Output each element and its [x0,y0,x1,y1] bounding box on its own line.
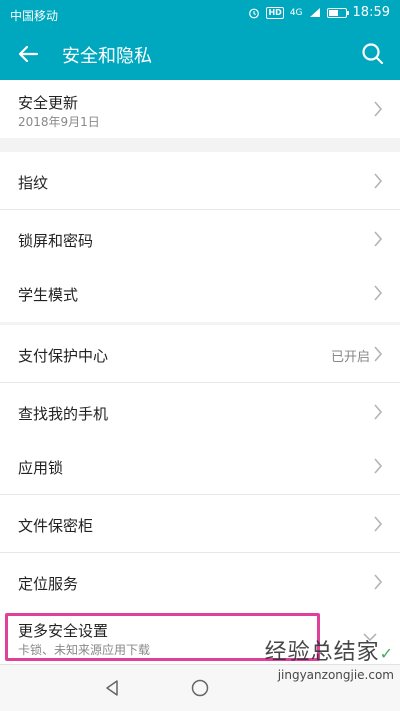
list-item-label: 安全更新 [18,94,79,112]
list-item-find-my-phone[interactable]: 查找我的手机 [0,383,400,441]
chevron-right-icon [374,458,383,474]
list-item-label: 支付保护中心 [18,347,109,365]
chevron-right-icon [374,173,383,189]
list-item-label: 文件保密柜 [18,517,94,535]
chevron-down-icon[interactable] [362,632,378,642]
chevron-right-icon [374,346,383,362]
list-item-label: 定位服务 [18,575,79,593]
status-value: 已开启 [330,350,370,365]
list-item-subtitle: 卡锁、未知来源应用下载 [18,643,151,657]
chevron-right-icon [374,574,383,590]
list-item-student-mode[interactable]: 学生模式 [0,264,400,322]
app-bar: 安全和隐私 [0,28,400,80]
section-student-mode: 学生模式 [0,264,400,322]
arrow-left-icon[interactable] [12,39,44,69]
list-item-label: 指纹 [18,174,49,192]
page-title: 安全和隐私 [62,46,152,67]
chevron-right-icon [374,231,383,247]
chevron-right-icon [374,404,383,420]
nav-home-icon[interactable] [190,678,210,698]
alarm-icon [249,8,260,18]
list-item-app-lock[interactable]: 应用锁 [0,437,400,495]
status-icons: HD 4G 18:59 [248,5,390,20]
section-payment-find: 支付保护中心 已开启 查找我的手机 [0,325,400,441]
section-app-lock-location: 应用锁 文件保密柜 定位服务 [0,437,400,611]
list-item-security-update[interactable]: 安全更新 2018年9月1日 [0,80,400,138]
battery-icon [326,7,349,18]
list-item-fingerprint[interactable]: 指纹 [0,152,400,210]
clock: 18:59 [352,5,390,20]
list-item-label: 应用锁 [18,459,64,477]
chevron-right-icon [374,101,383,117]
list-item-lockscreen-password[interactable]: 锁屏和密码 [0,210,400,268]
carrier-label: 中国移动 [10,9,59,23]
list-item-label: 学生模式 [18,286,79,304]
list-item-label: 更多安全设置 [18,622,109,640]
status-bar: 中国移动 HD 4G 18:59 [0,0,400,28]
list-item-payment-protection[interactable]: 支付保护中心 已开启 [0,325,400,383]
section-security-update: 安全更新 2018年9月1日 [0,80,400,138]
list-item-subtitle: 2018年9月1日 [18,115,100,129]
list-item-label: 锁屏和密码 [18,232,94,250]
section-fingerprint-lock: 指纹 锁屏和密码 [0,152,400,268]
list-item-label: 查找我的手机 [18,405,109,423]
search-icon[interactable] [358,39,388,69]
chevron-right-icon [374,285,383,301]
network-type: 4G [289,7,303,18]
signal-icon [309,8,320,17]
list-item-more-security-settings[interactable]: 更多安全设置 卡锁、未知来源应用下载 [0,608,400,666]
nav-back-icon[interactable] [102,678,122,698]
chevron-right-icon [374,516,383,532]
navigation-bar [0,664,400,711]
list-item-file-safe[interactable]: 文件保密柜 [0,495,400,553]
section-more-security: 更多安全设置 卡锁、未知来源应用下载 [0,608,400,666]
hd-badge: HD [266,6,284,19]
list-item-location-services[interactable]: 定位服务 [0,553,400,611]
